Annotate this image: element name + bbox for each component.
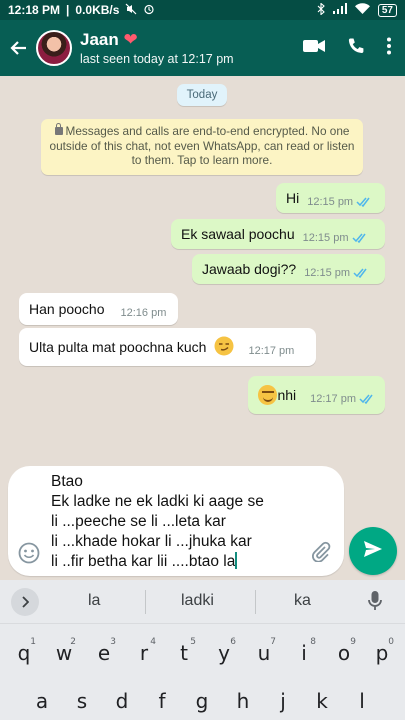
message-bubble[interactable]: Han poocho 12:16 pm xyxy=(19,293,178,325)
key-t[interactable]: t5 xyxy=(166,634,202,672)
text-cursor xyxy=(235,552,238,569)
last-seen: last seen today at 12:17 pm xyxy=(80,51,234,66)
contact-name: Jaan xyxy=(80,29,119,49)
encryption-notice[interactable]: Messages and calls are end-to-end encryp… xyxy=(41,119,363,175)
suggestion-divider xyxy=(145,590,146,614)
message-time: 12:16 pm xyxy=(120,307,167,319)
message-time: 12:15 pm xyxy=(307,196,354,208)
contact-info[interactable]: Jaan ❤ last seen today at 12:17 pm xyxy=(80,30,234,67)
key-e[interactable]: e3 xyxy=(86,634,122,672)
key-j[interactable]: j xyxy=(265,682,301,720)
message-time: 12:15 pm xyxy=(304,267,351,279)
message-bubble[interactable]: Ulta pulta mat poochna kuch 12:17 pm xyxy=(19,328,316,366)
bluetooth-icon xyxy=(317,1,325,18)
key-h[interactable]: h xyxy=(225,682,261,720)
key-a[interactable]: a xyxy=(24,682,60,720)
double-tick-icon xyxy=(356,194,372,210)
suggestion-bar: la ladki ka xyxy=(0,580,405,624)
message-text: nhi xyxy=(277,387,297,403)
mute-icon xyxy=(125,3,137,18)
smirk-emoji xyxy=(214,336,234,359)
date-chip: Today xyxy=(177,84,227,106)
suggestion-2[interactable]: ladki xyxy=(181,592,214,610)
expand-toolbar-button[interactable] xyxy=(11,587,39,616)
lock-icon xyxy=(54,123,63,135)
battery-indicator: 57 xyxy=(377,3,397,17)
message-text: Ek sawaal poochu xyxy=(181,226,295,242)
microphone-icon[interactable] xyxy=(368,590,382,617)
suggestion-1[interactable]: la xyxy=(88,592,100,610)
message-composer[interactable]: Btao Ek ladke ne ek ladki ki aage se li … xyxy=(8,466,344,576)
network-speed: 0.0KB/s xyxy=(75,3,120,17)
contact-name-row: Jaan ❤ xyxy=(80,30,234,50)
key-k[interactable]: k xyxy=(304,682,340,720)
more-options-icon[interactable] xyxy=(387,37,391,60)
key-y[interactable]: y6 xyxy=(206,634,242,672)
heart-emoji: ❤ xyxy=(123,29,138,49)
key-f[interactable]: f xyxy=(144,682,180,720)
send-button[interactable] xyxy=(349,527,397,575)
message-time: 12:17 pm xyxy=(248,345,295,357)
message-time: 12:17 pm xyxy=(310,393,356,405)
voice-call-icon[interactable] xyxy=(347,37,365,60)
status-time: 12:18 PM xyxy=(8,3,61,17)
emoji-icon[interactable] xyxy=(18,542,40,569)
encryption-notice-text: Messages and calls are end-to-end encryp… xyxy=(49,124,355,167)
message-input-text: Btao Ek ladke ne ek ladki ki aage se li … xyxy=(51,473,264,570)
video-call-icon[interactable] xyxy=(303,38,325,59)
message-input[interactable]: Btao Ek ladke ne ek ladki ki aage se li … xyxy=(51,472,311,572)
message-text: Hi xyxy=(286,190,300,206)
suggestion-divider xyxy=(255,590,256,614)
key-p[interactable]: p0 xyxy=(364,634,400,672)
key-s[interactable]: s xyxy=(64,682,100,720)
status-separator: | xyxy=(66,3,70,17)
message-text: Ulta pulta mat poochna kuch xyxy=(29,339,207,355)
key-o[interactable]: o9 xyxy=(326,634,362,672)
alarm-icon xyxy=(143,3,155,18)
key-g[interactable]: g xyxy=(184,682,220,720)
key-u[interactable]: u7 xyxy=(246,634,282,672)
signal-icon xyxy=(332,3,347,17)
chat-area[interactable]: Today Messages and calls are end-to-end … xyxy=(0,76,405,466)
double-tick-icon xyxy=(359,391,375,407)
key-r[interactable]: r4 xyxy=(126,634,162,672)
key-l[interactable]: l xyxy=(344,682,380,720)
status-bar: 12:18 PM | 0.0KB/s 57 xyxy=(0,0,405,20)
header-actions xyxy=(303,37,391,60)
message-time: 12:15 pm xyxy=(302,232,349,244)
keyboard[interactable]: la ladki ka q1 w2 e3 r4 t5 y6 u7 i8 o9 p… xyxy=(0,580,405,720)
double-tick-icon xyxy=(353,265,369,281)
message-bubble[interactable]: Hi 12:15 pm xyxy=(276,183,385,213)
message-bubble[interactable]: nhi 12:17 pm xyxy=(248,376,385,414)
wifi-icon xyxy=(354,3,370,17)
send-icon xyxy=(363,540,383,563)
message-text: Jawaab dogi?? xyxy=(202,261,297,277)
attach-icon[interactable] xyxy=(310,540,332,567)
back-arrow-icon[interactable] xyxy=(4,38,34,58)
key-q[interactable]: q1 xyxy=(6,634,42,672)
key-i[interactable]: i8 xyxy=(286,634,322,672)
suggestion-3[interactable]: ka xyxy=(294,592,311,610)
message-bubble[interactable]: Jawaab dogi?? 12:15 pm xyxy=(192,254,385,284)
key-w[interactable]: w2 xyxy=(46,634,82,672)
double-tick-icon xyxy=(351,230,368,246)
chat-header: Jaan ❤ last seen today at 12:17 pm xyxy=(0,20,405,76)
key-d[interactable]: d xyxy=(104,682,140,720)
message-text: Han poocho xyxy=(29,301,105,317)
grin-emoji xyxy=(258,385,278,405)
contact-avatar[interactable] xyxy=(36,30,72,66)
message-bubble[interactable]: Ek sawaal poochu 12:15 pm xyxy=(171,219,385,249)
